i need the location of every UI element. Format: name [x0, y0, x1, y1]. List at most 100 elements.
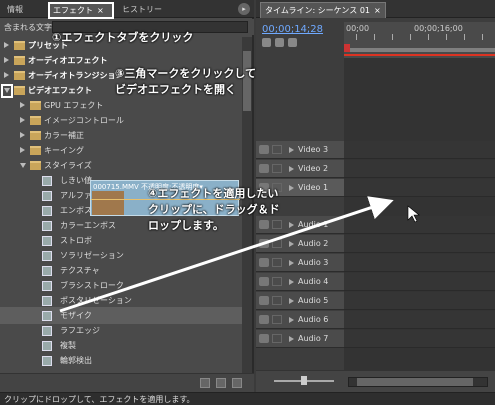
- collapsed-triangle-icon[interactable]: [289, 185, 294, 191]
- lock-icon[interactable]: [272, 239, 282, 248]
- time-ruler[interactable]: 00;00 00;00;16;00: [344, 22, 495, 58]
- effect-icon: [42, 266, 52, 276]
- timeline-h-scrollbar[interactable]: [348, 377, 488, 387]
- audio-track-header[interactable]: Audio 5: [256, 292, 344, 310]
- lock-icon[interactable]: [272, 277, 282, 286]
- tab-timeline-label: タイムライン: シーケンス 01: [265, 6, 370, 15]
- effect-icon: [42, 191, 52, 201]
- lock-icon[interactable]: [272, 220, 282, 229]
- effect-icon: [42, 206, 52, 216]
- speaker-icon[interactable]: [259, 239, 269, 248]
- ruler-tick: [464, 34, 465, 40]
- tab-info-label: 情報: [7, 5, 23, 14]
- annotation-step-1: ①エフェクトタブをクリック: [52, 31, 194, 44]
- track-lane[interactable]: [344, 330, 495, 348]
- collapsed-triangle-icon[interactable]: [4, 42, 9, 48]
- annotation-step-4-line-1: ④エフェクトを適用したい: [148, 187, 279, 200]
- marker-icon[interactable]: [275, 38, 284, 47]
- speaker-icon[interactable]: [259, 334, 269, 343]
- folder-icon: [14, 71, 25, 80]
- ruler-tick: [392, 34, 393, 40]
- audio-track-header[interactable]: Audio 6: [256, 311, 344, 329]
- track-lane[interactable]: [344, 273, 495, 291]
- video-track-header[interactable]: Video 2: [256, 160, 344, 178]
- eye-icon[interactable]: [259, 145, 269, 154]
- panel-menu-icon[interactable]: ▸: [238, 3, 250, 15]
- audio-track-header[interactable]: Audio 4: [256, 273, 344, 291]
- playhead-marker[interactable]: [344, 44, 350, 52]
- work-area-bar[interactable]: [344, 48, 495, 52]
- collapsed-triangle-icon[interactable]: [20, 147, 25, 153]
- effect-icon: [42, 326, 52, 336]
- track-lane[interactable]: [344, 179, 495, 197]
- lock-icon[interactable]: [272, 164, 282, 173]
- timecode-display[interactable]: 00;00;14;28: [262, 24, 323, 35]
- left-tab-bar: 情報 エフェクト × ヒストリー ▸: [0, 0, 254, 18]
- collapsed-triangle-icon[interactable]: [4, 72, 9, 78]
- zoom-slider-knob[interactable]: [301, 376, 307, 385]
- track-lane[interactable]: [344, 254, 495, 272]
- collapsed-triangle-icon[interactable]: [289, 166, 294, 172]
- effect-icon: [42, 176, 52, 186]
- speaker-icon[interactable]: [259, 277, 269, 286]
- track-lane[interactable]: [344, 141, 495, 159]
- snap-icon[interactable]: [262, 38, 271, 47]
- timeline-footer: [256, 370, 495, 392]
- track-lane[interactable]: [344, 235, 495, 253]
- lock-icon[interactable]: [272, 334, 282, 343]
- track-name: Audio 2: [298, 239, 329, 248]
- track-name: Video 3: [298, 145, 329, 154]
- collapsed-triangle-icon[interactable]: [20, 102, 25, 108]
- audio-track-header[interactable]: Audio 7: [256, 330, 344, 348]
- track-lane[interactable]: [344, 311, 495, 329]
- collapsed-triangle-icon[interactable]: [20, 117, 25, 123]
- lock-icon[interactable]: [272, 296, 282, 305]
- collapsed-triangle-icon[interactable]: [289, 222, 294, 228]
- collapsed-triangle-icon[interactable]: [289, 241, 294, 247]
- speaker-icon[interactable]: [259, 220, 269, 229]
- track-lane[interactable]: [344, 292, 495, 310]
- track-name: Audio 5: [298, 296, 329, 305]
- delete-icon[interactable]: [232, 378, 242, 388]
- track-lane[interactable]: [344, 160, 495, 178]
- collapsed-triangle-icon[interactable]: [289, 336, 294, 342]
- lock-icon[interactable]: [272, 315, 282, 324]
- tab-timeline-close-icon[interactable]: ×: [374, 6, 381, 15]
- left-scrollbar-thumb[interactable]: [243, 51, 251, 111]
- collapsed-triangle-icon[interactable]: [289, 279, 294, 285]
- highlight-triangle: [1, 84, 13, 98]
- speaker-icon[interactable]: [259, 296, 269, 305]
- audio-track-header[interactable]: Audio 2: [256, 235, 344, 253]
- tab-info[interactable]: 情報: [3, 2, 47, 18]
- clip-thumbnail: [92, 191, 124, 215]
- audio-track-header[interactable]: Audio 3: [256, 254, 344, 272]
- lock-icon[interactable]: [272, 258, 282, 267]
- tab-timeline[interactable]: タイムライン: シーケンス 01 ×: [260, 2, 386, 18]
- collapsed-triangle-icon[interactable]: [4, 57, 9, 63]
- collapsed-triangle-icon[interactable]: [289, 298, 294, 304]
- audio-track-header[interactable]: Audio 1: [256, 216, 344, 234]
- collapsed-triangle-icon[interactable]: [289, 317, 294, 323]
- speaker-icon[interactable]: [259, 315, 269, 324]
- tree-effect-item[interactable]: 輪郭検出: [0, 352, 244, 369]
- expanded-triangle-icon[interactable]: [20, 163, 26, 168]
- lock-icon[interactable]: [272, 145, 282, 154]
- new-item-icon[interactable]: [216, 378, 226, 388]
- folder-icon: [14, 56, 25, 65]
- track-name: Audio 6: [298, 315, 329, 324]
- effect-icon: [42, 356, 52, 366]
- collapsed-triangle-icon[interactable]: [289, 147, 294, 153]
- status-bar: クリップにドロップして、エフェクトを適用します。: [0, 392, 495, 405]
- eye-icon[interactable]: [259, 164, 269, 173]
- speaker-icon[interactable]: [259, 258, 269, 267]
- collapsed-triangle-icon[interactable]: [289, 260, 294, 266]
- track-lane[interactable]: [344, 216, 495, 234]
- tab-history[interactable]: ヒストリー: [118, 2, 176, 18]
- timeline-h-scroll-thumb[interactable]: [357, 378, 473, 386]
- keyframe-icon[interactable]: [288, 38, 297, 47]
- collapsed-triangle-icon[interactable]: [20, 132, 25, 138]
- new-bin-icon[interactable]: [200, 378, 210, 388]
- ruler-tick: [410, 34, 411, 40]
- search-label: 含まれる文字: [4, 23, 52, 32]
- video-track-header[interactable]: Video 3: [256, 141, 344, 159]
